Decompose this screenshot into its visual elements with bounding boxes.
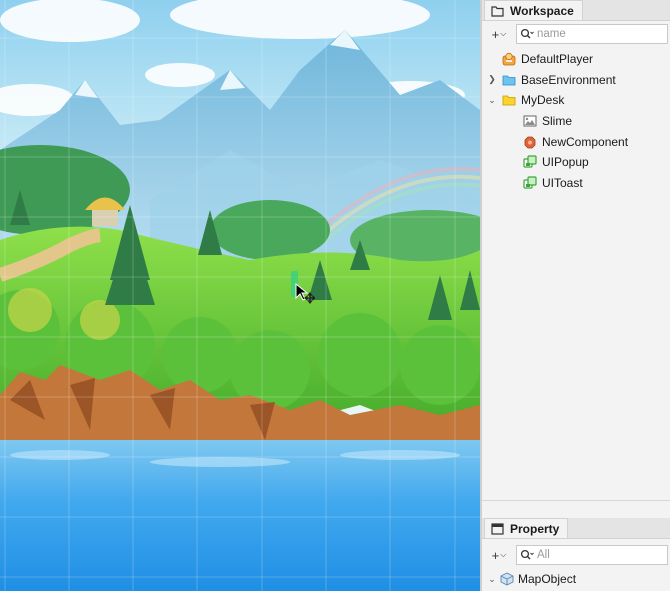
sprite-icon	[523, 115, 537, 127]
tab-property-label: Property	[510, 521, 560, 536]
tree-item-baseenvironment[interactable]: ❯ BaseEnvironment	[482, 70, 670, 91]
property-tabbar: Property	[482, 518, 670, 539]
add-icon: +	[491, 26, 500, 42]
folder-blue-icon	[502, 75, 516, 86]
map-scene-image	[0, 0, 480, 591]
chevron-down-icon[interactable]: ⌄	[487, 574, 497, 585]
search-icon	[517, 549, 537, 561]
property-search-input[interactable]	[537, 549, 655, 561]
tree-item-label: MyDesk	[521, 93, 565, 108]
tree-item-label: UIPopup	[542, 155, 589, 170]
tree-item-label: Slime	[542, 114, 573, 129]
workspace-search-input[interactable]	[537, 28, 655, 40]
side-panel: Workspace +⌵ DefaultPlayer ❯	[480, 0, 670, 591]
workspace-tree: DefaultPlayer ❯ BaseEnvironment ⌄ MyDesk	[482, 49, 670, 193]
property-panel-icon	[491, 522, 504, 535]
add-icon: +	[491, 547, 500, 563]
tree-item-defaultplayer[interactable]: DefaultPlayer	[482, 49, 670, 70]
workspace-add-button[interactable]: + ⌵	[486, 24, 512, 44]
property-add-button[interactable]: + ⌵	[486, 545, 512, 565]
chevron-right-icon[interactable]: ❯	[487, 74, 497, 85]
tab-workspace[interactable]: Workspace	[484, 0, 583, 20]
tree-item-label: DefaultPlayer	[521, 52, 594, 67]
player-icon	[502, 53, 516, 66]
tree-item-label: UIToast	[542, 175, 583, 190]
component-icon	[524, 136, 536, 149]
tree-item-slime[interactable]: Slime	[482, 111, 670, 132]
tree-item-label: BaseEnvironment	[521, 72, 616, 87]
map-object-icon	[500, 572, 514, 586]
property-object-label: MapObject	[518, 572, 577, 587]
panel-splitter[interactable]	[482, 500, 670, 519]
scene-viewport[interactable]	[0, 0, 480, 591]
workspace-search-box[interactable]	[516, 24, 668, 44]
chevron-down-icon: ⌵	[500, 550, 507, 559]
search-icon	[517, 28, 537, 40]
tree-item-label: NewComponent	[542, 134, 629, 149]
tree-item-newcomponent[interactable]: NewComponent	[482, 131, 670, 152]
property-toolbar: + ⌵	[482, 541, 670, 569]
tree-item-uipopup[interactable]: UIPopup	[482, 152, 670, 173]
tree-item-mydesk[interactable]: ⌄ MyDesk	[482, 90, 670, 111]
tab-workspace-label: Workspace	[510, 3, 574, 18]
workspace-toolbar: + ⌵	[482, 20, 670, 48]
tab-property[interactable]: Property	[484, 518, 569, 538]
property-object-row[interactable]: ⌄ MapObject	[482, 569, 670, 590]
workspace-tabbar: Workspace	[482, 0, 670, 21]
property-search-box[interactable]	[516, 545, 668, 565]
chevron-down-icon: ⌵	[500, 29, 507, 38]
ui-group-icon	[523, 155, 537, 168]
folder-yellow-icon	[502, 96, 516, 106]
tree-item-uitoast[interactable]: UIToast	[482, 173, 670, 194]
move-cursor-icon	[295, 282, 315, 304]
chevron-down-icon[interactable]: ⌄	[487, 95, 497, 106]
ui-group-icon	[523, 176, 537, 189]
folder-outline-icon	[491, 5, 504, 17]
